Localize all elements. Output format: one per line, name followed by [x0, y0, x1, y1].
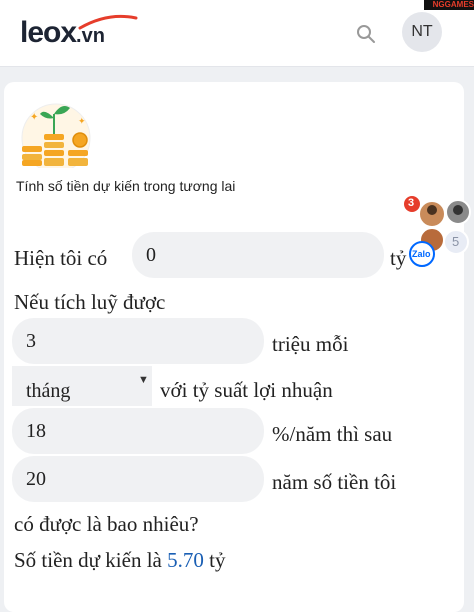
- svg-text:✦: ✦: [78, 116, 86, 126]
- label-million-each: triệu mỗi: [272, 332, 349, 356]
- search-button[interactable]: [352, 20, 380, 48]
- chat-widget[interactable]: 3 5 Zalo: [398, 196, 474, 270]
- label-years-suffix: năm số tiền tôi: [272, 470, 397, 494]
- notification-count: 3: [408, 197, 415, 209]
- result-line: Số tiền dự kiến là 5.70 tỷ: [14, 548, 225, 573]
- select-caret-icon: ▼: [138, 374, 149, 386]
- logo-brand: leox: [20, 16, 77, 49]
- result-prefix: Số tiền dự kiến là: [14, 548, 162, 572]
- extra-count: 5: [452, 234, 460, 249]
- calculator-subtitle: Tính số tiền dự kiến trong tương lai: [16, 178, 236, 194]
- savings-calculator-card: ✦ ✦ Tính số tiền dự kiến trong tương lai…: [4, 82, 464, 612]
- corner-badge: NGGAMES: [424, 0, 474, 10]
- svg-text:✦: ✦: [30, 112, 38, 123]
- label-have: Hiện tôi có: [14, 246, 108, 270]
- label-if-save: Nếu tích luỹ được: [14, 290, 166, 314]
- period-select-value: tháng: [26, 380, 71, 402]
- logo-swoosh-icon: [78, 14, 138, 30]
- label-question: có được là bao nhiêu?: [14, 512, 199, 536]
- rate-input[interactable]: [12, 408, 264, 454]
- period-select[interactable]: tháng ▼: [12, 366, 152, 406]
- top-header: leox.vn NT NGGAMES: [0, 0, 474, 67]
- monthly-amount-input[interactable]: [12, 318, 264, 364]
- result-value: 5.70: [167, 548, 204, 572]
- label-profit-rate: với tỷ suất lợi nhuận: [160, 378, 333, 402]
- leox-logo[interactable]: leox.vn: [20, 14, 138, 52]
- label-rate-suffix: %/năm thì sau: [272, 422, 393, 446]
- current-amount-input[interactable]: [132, 232, 384, 278]
- years-input[interactable]: [12, 456, 264, 502]
- user-avatar[interactable]: NT: [402, 12, 442, 52]
- result-unit: tỷ: [209, 548, 226, 572]
- search-icon: [357, 25, 375, 43]
- zalo-label: Zalo: [412, 249, 431, 259]
- money-growth-illustration-icon: ✦ ✦: [21, 103, 91, 168]
